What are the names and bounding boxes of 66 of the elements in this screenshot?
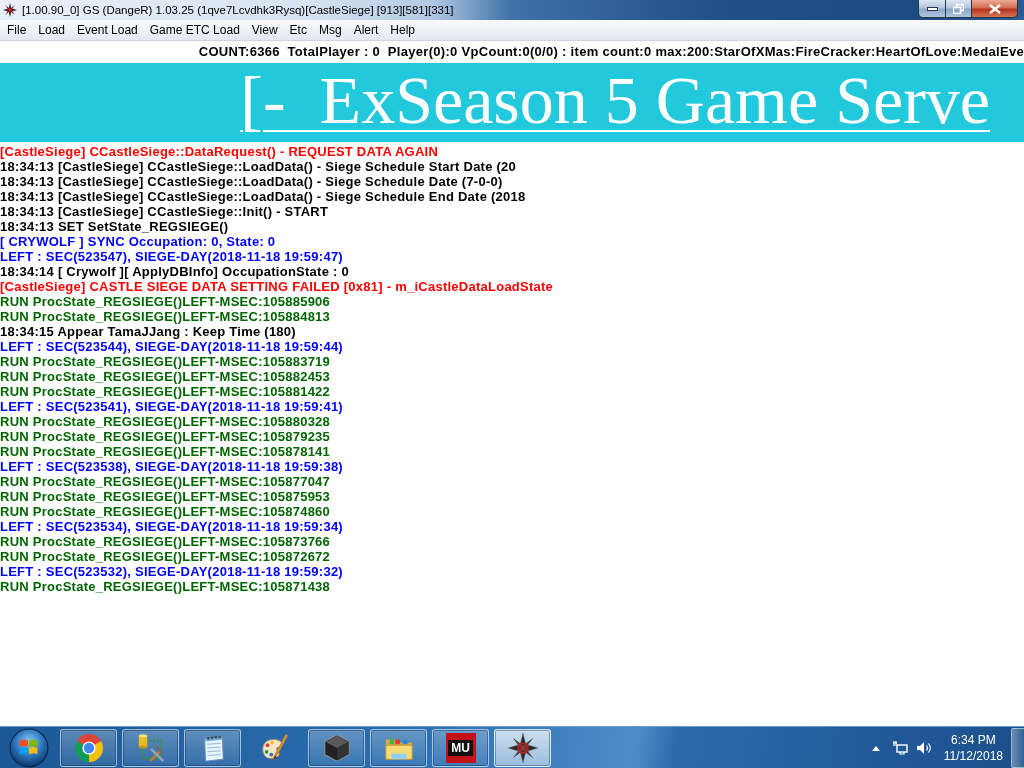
up-arrow-icon[interactable] xyxy=(871,744,880,751)
log-line: RUN ProcState_REGSIEGE()LEFT-MSEC:105885906 xyxy=(0,294,331,309)
cube-icon xyxy=(321,732,352,763)
network-icon[interactable] xyxy=(891,739,908,756)
taskbar-button[interactable] xyxy=(184,728,241,767)
log-line: RUN ProcState_REGSIEGE()LEFT-MSEC:105884813 xyxy=(0,309,331,324)
clock[interactable]: 6:34 PM 11/12/2018 xyxy=(939,731,1011,764)
taskbar-button[interactable] xyxy=(494,728,551,767)
log-line: LEFT : SEC(523532), SIEGE-DAY(2018-11-18 19:59:32) xyxy=(0,564,343,579)
restore-icon xyxy=(953,3,964,14)
flag-orb-icon xyxy=(9,727,49,768)
close-button[interactable] xyxy=(972,0,1018,18)
window-title: [1.00.90_0] GS (DangeR) 1.03.25 (1qve7Lcvdhk3Rysq)[CastleSiege] [913][581][331] xyxy=(22,4,455,16)
log-line: RUN ProcState_REGSIEGE()LEFT-MSEC:105871438 xyxy=(0,579,331,594)
taskbar-button[interactable] xyxy=(60,728,117,767)
banner-title: [- ExSeason 5 Game Serve xyxy=(240,65,991,140)
taskbar-button[interactable] xyxy=(370,728,427,767)
log-line: 18:34:13 [CastleSiege] CCastleSiege::LoadData() - Siege Schedule Start Date (20 xyxy=(0,159,517,174)
taskbar-button[interactable]: MU xyxy=(432,728,489,767)
taskbar-button[interactable] xyxy=(308,728,365,767)
log-line: RUN ProcState_REGSIEGE()LEFT-MSEC:105873766 xyxy=(0,534,331,549)
log-line: LEFT : SEC(523547), SIEGE-DAY(2018-11-18 19:59:47) xyxy=(0,249,343,264)
log-line: LEFT : SEC(523534), SIEGE-DAY(2018-11-18 19:59:34) xyxy=(0,519,343,534)
log-line: [CastleSiege] CCastleSiege::DataRequest() - REQUEST DATA AGAIN xyxy=(0,144,439,159)
menu-item[interactable]: View xyxy=(245,22,284,38)
log-line: LEFT : SEC(523538), SIEGE-DAY(2018-11-18 19:59:38) xyxy=(0,459,343,474)
log-line: [CastleSiege] CASTLE SIEGE DATA SETTING FAILED [0x81] - m_iCastleDataLoadState xyxy=(0,279,554,294)
status-text: COUNT:6366 TotalPlayer : 0 Player(0):0 VpCount:0(0/0) : item count:0 max:200:StarOfXMas:FireCracker:HeartOfLove:MedalEve xyxy=(198,44,1024,59)
tricolor-circle-icon xyxy=(73,732,104,763)
menu-item[interactable]: Load xyxy=(32,22,72,38)
log-line: [ CRYWOLF ] SYNC Occupation: 0, State: 0 xyxy=(0,234,276,249)
log-line: RUN ProcState_REGSIEGE()LEFT-MSEC:105878141 xyxy=(0,444,331,459)
log-line: 18:34:15 Appear TamaJJang : Keep Time (180) xyxy=(0,324,296,339)
log-line: 18:34:13 SET SetState_REGSIEGE() xyxy=(0,219,229,234)
log-line: RUN ProcState_REGSIEGE()LEFT-MSEC:105882453 xyxy=(0,369,331,384)
star-emblem-icon xyxy=(507,732,538,763)
menu-item[interactable]: Event Load xyxy=(71,22,144,38)
log-line: RUN ProcState_REGSIEGE()LEFT-MSEC:105874860 xyxy=(0,504,331,519)
log-line: RUN ProcState_REGSIEGE()LEFT-MSEC:105872672 xyxy=(0,549,331,564)
log-line: RUN ProcState_REGSIEGE()LEFT-MSEC:105883719 xyxy=(0,354,331,369)
log-line: 18:34:13 [CastleSiege] CCastleSiege::Init() - START xyxy=(0,204,329,219)
menu-item[interactable]: Help xyxy=(384,22,421,38)
log-line: LEFT : SEC(523544), SIEGE-DAY(2018-11-18 19:59:44) xyxy=(0,339,343,354)
taskbar-button[interactable] xyxy=(122,728,179,767)
log-line: RUN ProcState_REGSIEGE()LEFT-MSEC:105879235 xyxy=(0,429,331,444)
menu-item[interactable]: Msg xyxy=(312,22,348,38)
log-line: 18:34:14 [ Crywolf ][ ApplyDBInfo] OccupationState : 0 xyxy=(0,264,349,279)
restore-button[interactable] xyxy=(945,0,972,18)
logo-tile: MU xyxy=(445,732,476,763)
log-line: RUN ProcState_REGSIEGE()LEFT-MSEC:105880328 xyxy=(0,414,331,429)
log-line: LEFT : SEC(523541), SIEGE-DAY(2018-11-18 19:59:41) xyxy=(0,399,343,414)
show-desktop-button[interactable] xyxy=(1011,727,1024,768)
log-line: 18:34:13 [CastleSiege] CCastleSiege::LoadData() - Siege Schedule Date (7-0-0) xyxy=(0,174,503,189)
log-line: 18:34:13 [CastleSiege] CCastleSiege::LoadData() - Siege Schedule End Date (2018 xyxy=(0,189,526,204)
menu-item[interactable]: Game ETC Load xyxy=(143,22,246,38)
minimize-button[interactable] xyxy=(918,0,945,18)
close-icon xyxy=(988,3,1001,14)
log-line: RUN ProcState_REGSIEGE()LEFT-MSEC:105877047 xyxy=(0,474,331,489)
menu-item[interactable]: Etc xyxy=(283,22,313,38)
minimize-icon xyxy=(926,6,938,11)
palette-brush-icon xyxy=(259,732,290,763)
log-line: RUN ProcState_REGSIEGE()LEFT-MSEC:105881422 xyxy=(0,384,331,399)
log-line: RUN ProcState_REGSIEGE()LEFT-MSEC:105875953 xyxy=(0,489,331,504)
menu-item[interactable]: File xyxy=(1,22,33,38)
menu-item[interactable]: Alert xyxy=(347,22,385,38)
star-emblem-icon xyxy=(3,3,17,17)
